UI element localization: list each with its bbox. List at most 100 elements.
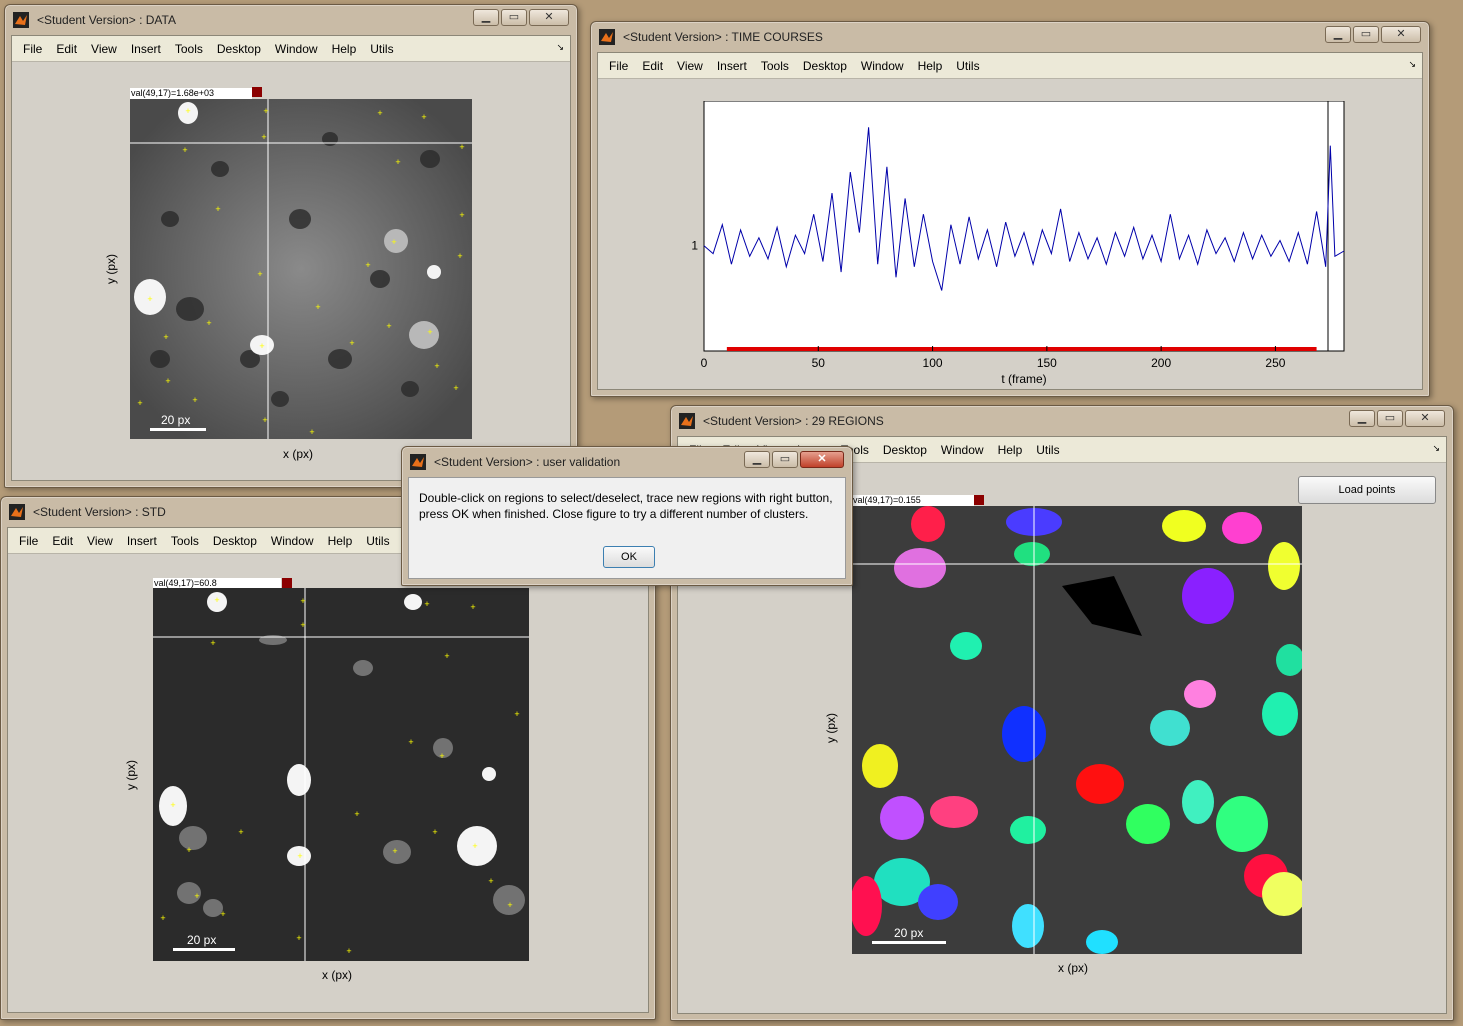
menu-window[interactable]: Window: [854, 59, 911, 73]
menu-insert[interactable]: Insert: [120, 534, 164, 548]
std-image-svg: + + + + + + + + + + + + + + + + + + + + + + + + +: [153, 588, 529, 961]
frame-range-bar-rect[interactable]: [726, 347, 1317, 351]
maximize-button[interactable]: ▭: [501, 9, 527, 26]
menu-help[interactable]: Help: [991, 443, 1030, 457]
minimize-button[interactable]: ▁: [473, 9, 499, 26]
x-tick-label: 200: [1151, 356, 1171, 370]
menu-insert[interactable]: Insert: [710, 59, 754, 73]
menu-edit[interactable]: Edit: [49, 42, 84, 56]
menu-desktop[interactable]: Desktop: [210, 42, 268, 56]
time-client: File Edit View Insert Tools Desktop Window Help…: [597, 52, 1423, 390]
roi-marker: +: [391, 237, 396, 247]
window-title: <Student Version> : TIME COURSES: [623, 30, 823, 44]
minimize-button[interactable]: ▁: [1349, 410, 1375, 427]
menu-utils[interactable]: Utils: [363, 42, 400, 56]
regions-titlebar[interactable]: <Student Version> : 29 REGIONS ▁ ▭ ✕: [671, 406, 1453, 436]
time-course-chart[interactable]: 0 50 100 150 200 250 1 t (frame): [678, 101, 1378, 390]
menu-help[interactable]: Help: [911, 59, 950, 73]
menu-edit[interactable]: Edit: [45, 534, 80, 548]
close-button[interactable]: ✕: [1381, 26, 1421, 43]
roi-marker: +: [459, 142, 464, 152]
menu-overflow-arrow-icon[interactable]: ↘: [556, 42, 564, 53]
y-axis-label: y (px): [124, 760, 138, 790]
roi-marker: +: [472, 841, 477, 851]
ok-button[interactable]: OK: [603, 546, 655, 568]
std-image[interactable]: + + + + + + + + + + + + + + + + + + + + + + + + + 20 px: [153, 588, 529, 961]
menu-desktop[interactable]: Desktop: [206, 534, 264, 548]
minimize-button[interactable]: ▁: [744, 451, 770, 468]
menu-edit[interactable]: Edit: [635, 59, 670, 73]
menu-tools[interactable]: Tools: [754, 59, 796, 73]
frame-range-bar: [726, 347, 1317, 351]
menu-file[interactable]: File: [16, 42, 49, 56]
roi-marker: +: [160, 913, 165, 923]
y-tick-label: 1: [691, 239, 698, 253]
data-image[interactable]: + + + + + + + + + + + + + + + + + + + + + + + + + + + + + 20 px: [130, 99, 472, 439]
menu-view[interactable]: View: [670, 59, 710, 73]
roi-marker: +: [210, 638, 215, 648]
x-axis-label: t (frame): [1001, 372, 1046, 386]
menu-overflow-arrow-icon[interactable]: ↘: [1408, 59, 1416, 70]
regions-image[interactable]: 20 px: [852, 506, 1302, 954]
roi-marker: +: [194, 891, 199, 901]
menu-help[interactable]: Help: [321, 534, 360, 548]
close-button[interactable]: ✕: [1405, 410, 1445, 427]
menu-desktop[interactable]: Desktop: [796, 59, 854, 73]
value-marker[interactable]: [252, 87, 262, 97]
menu-utils[interactable]: Utils: [949, 59, 986, 73]
x-tick-label: 100: [923, 356, 943, 370]
roi-marker: +: [424, 599, 429, 609]
menu-view[interactable]: View: [80, 534, 120, 548]
menubar: FileEditViewInsertToolsDesktopWindowHelp…: [12, 36, 570, 62]
roi-marker: +: [147, 294, 152, 304]
menu-insert[interactable]: Insert: [124, 42, 168, 56]
roi-marker: +: [457, 251, 462, 261]
matlab-icon: [9, 504, 25, 520]
dialog-titlebar[interactable]: <Student Version> : user validation ▁ ▭ …: [402, 447, 852, 477]
data-titlebar[interactable]: <Student Version> : DATA ▁ ▭ ✕: [5, 5, 577, 35]
x-tick-label: 50: [812, 356, 826, 370]
roi-marker: +: [349, 338, 354, 348]
value-marker[interactable]: [282, 578, 292, 588]
roi-marker: +: [182, 145, 187, 155]
menu-file[interactable]: File: [12, 534, 45, 548]
menu-utils[interactable]: Utils: [1029, 443, 1066, 457]
close-button[interactable]: ✕: [800, 451, 844, 468]
roi-marker: +: [444, 651, 449, 661]
menu-overflow-arrow-icon[interactable]: ↘: [1432, 443, 1440, 454]
matlab-icon: [13, 12, 29, 28]
menu-file[interactable]: File: [602, 59, 635, 73]
x-axis-label: x (px): [1058, 961, 1088, 975]
roi-marker: +: [507, 900, 512, 910]
menu-tools[interactable]: Tools: [164, 534, 206, 548]
roi-marker: +: [392, 846, 397, 856]
value-marker[interactable]: [974, 495, 984, 505]
menu-view[interactable]: View: [84, 42, 124, 56]
menu-window[interactable]: Window: [268, 42, 325, 56]
maximize-button[interactable]: ▭: [772, 451, 798, 468]
menu-window[interactable]: Window: [934, 443, 991, 457]
menu-tools[interactable]: Tools: [168, 42, 210, 56]
minimize-button[interactable]: ▁: [1325, 26, 1351, 43]
time-titlebar[interactable]: <Student Version> : TIME COURSES ▁ ▭ ✕: [591, 22, 1429, 52]
load-points-button[interactable]: Load points: [1298, 476, 1436, 504]
menu-desktop[interactable]: Desktop: [876, 443, 934, 457]
roi-marker: +: [427, 327, 432, 337]
roi-marker: +: [215, 204, 220, 214]
menu-help[interactable]: Help: [325, 42, 364, 56]
close-button[interactable]: ✕: [529, 9, 569, 26]
maximize-button[interactable]: ▭: [1353, 26, 1379, 43]
y-axis-label: y (px): [824, 713, 838, 743]
matlab-icon: [599, 29, 615, 45]
value-readout: val(49,17)=1.68e+03: [130, 88, 252, 99]
maximize-button[interactable]: ▭: [1377, 410, 1403, 427]
roi-marker: +: [432, 827, 437, 837]
x-tick-label: 150: [1037, 356, 1057, 370]
menu-utils[interactable]: Utils: [359, 534, 396, 548]
matlab-icon: [410, 454, 426, 470]
roi-marker: +: [346, 946, 351, 956]
roi-marker: +: [163, 332, 168, 342]
roi-marker: +: [386, 321, 391, 331]
roi-marker: +: [421, 112, 426, 122]
menu-window[interactable]: Window: [264, 534, 321, 548]
